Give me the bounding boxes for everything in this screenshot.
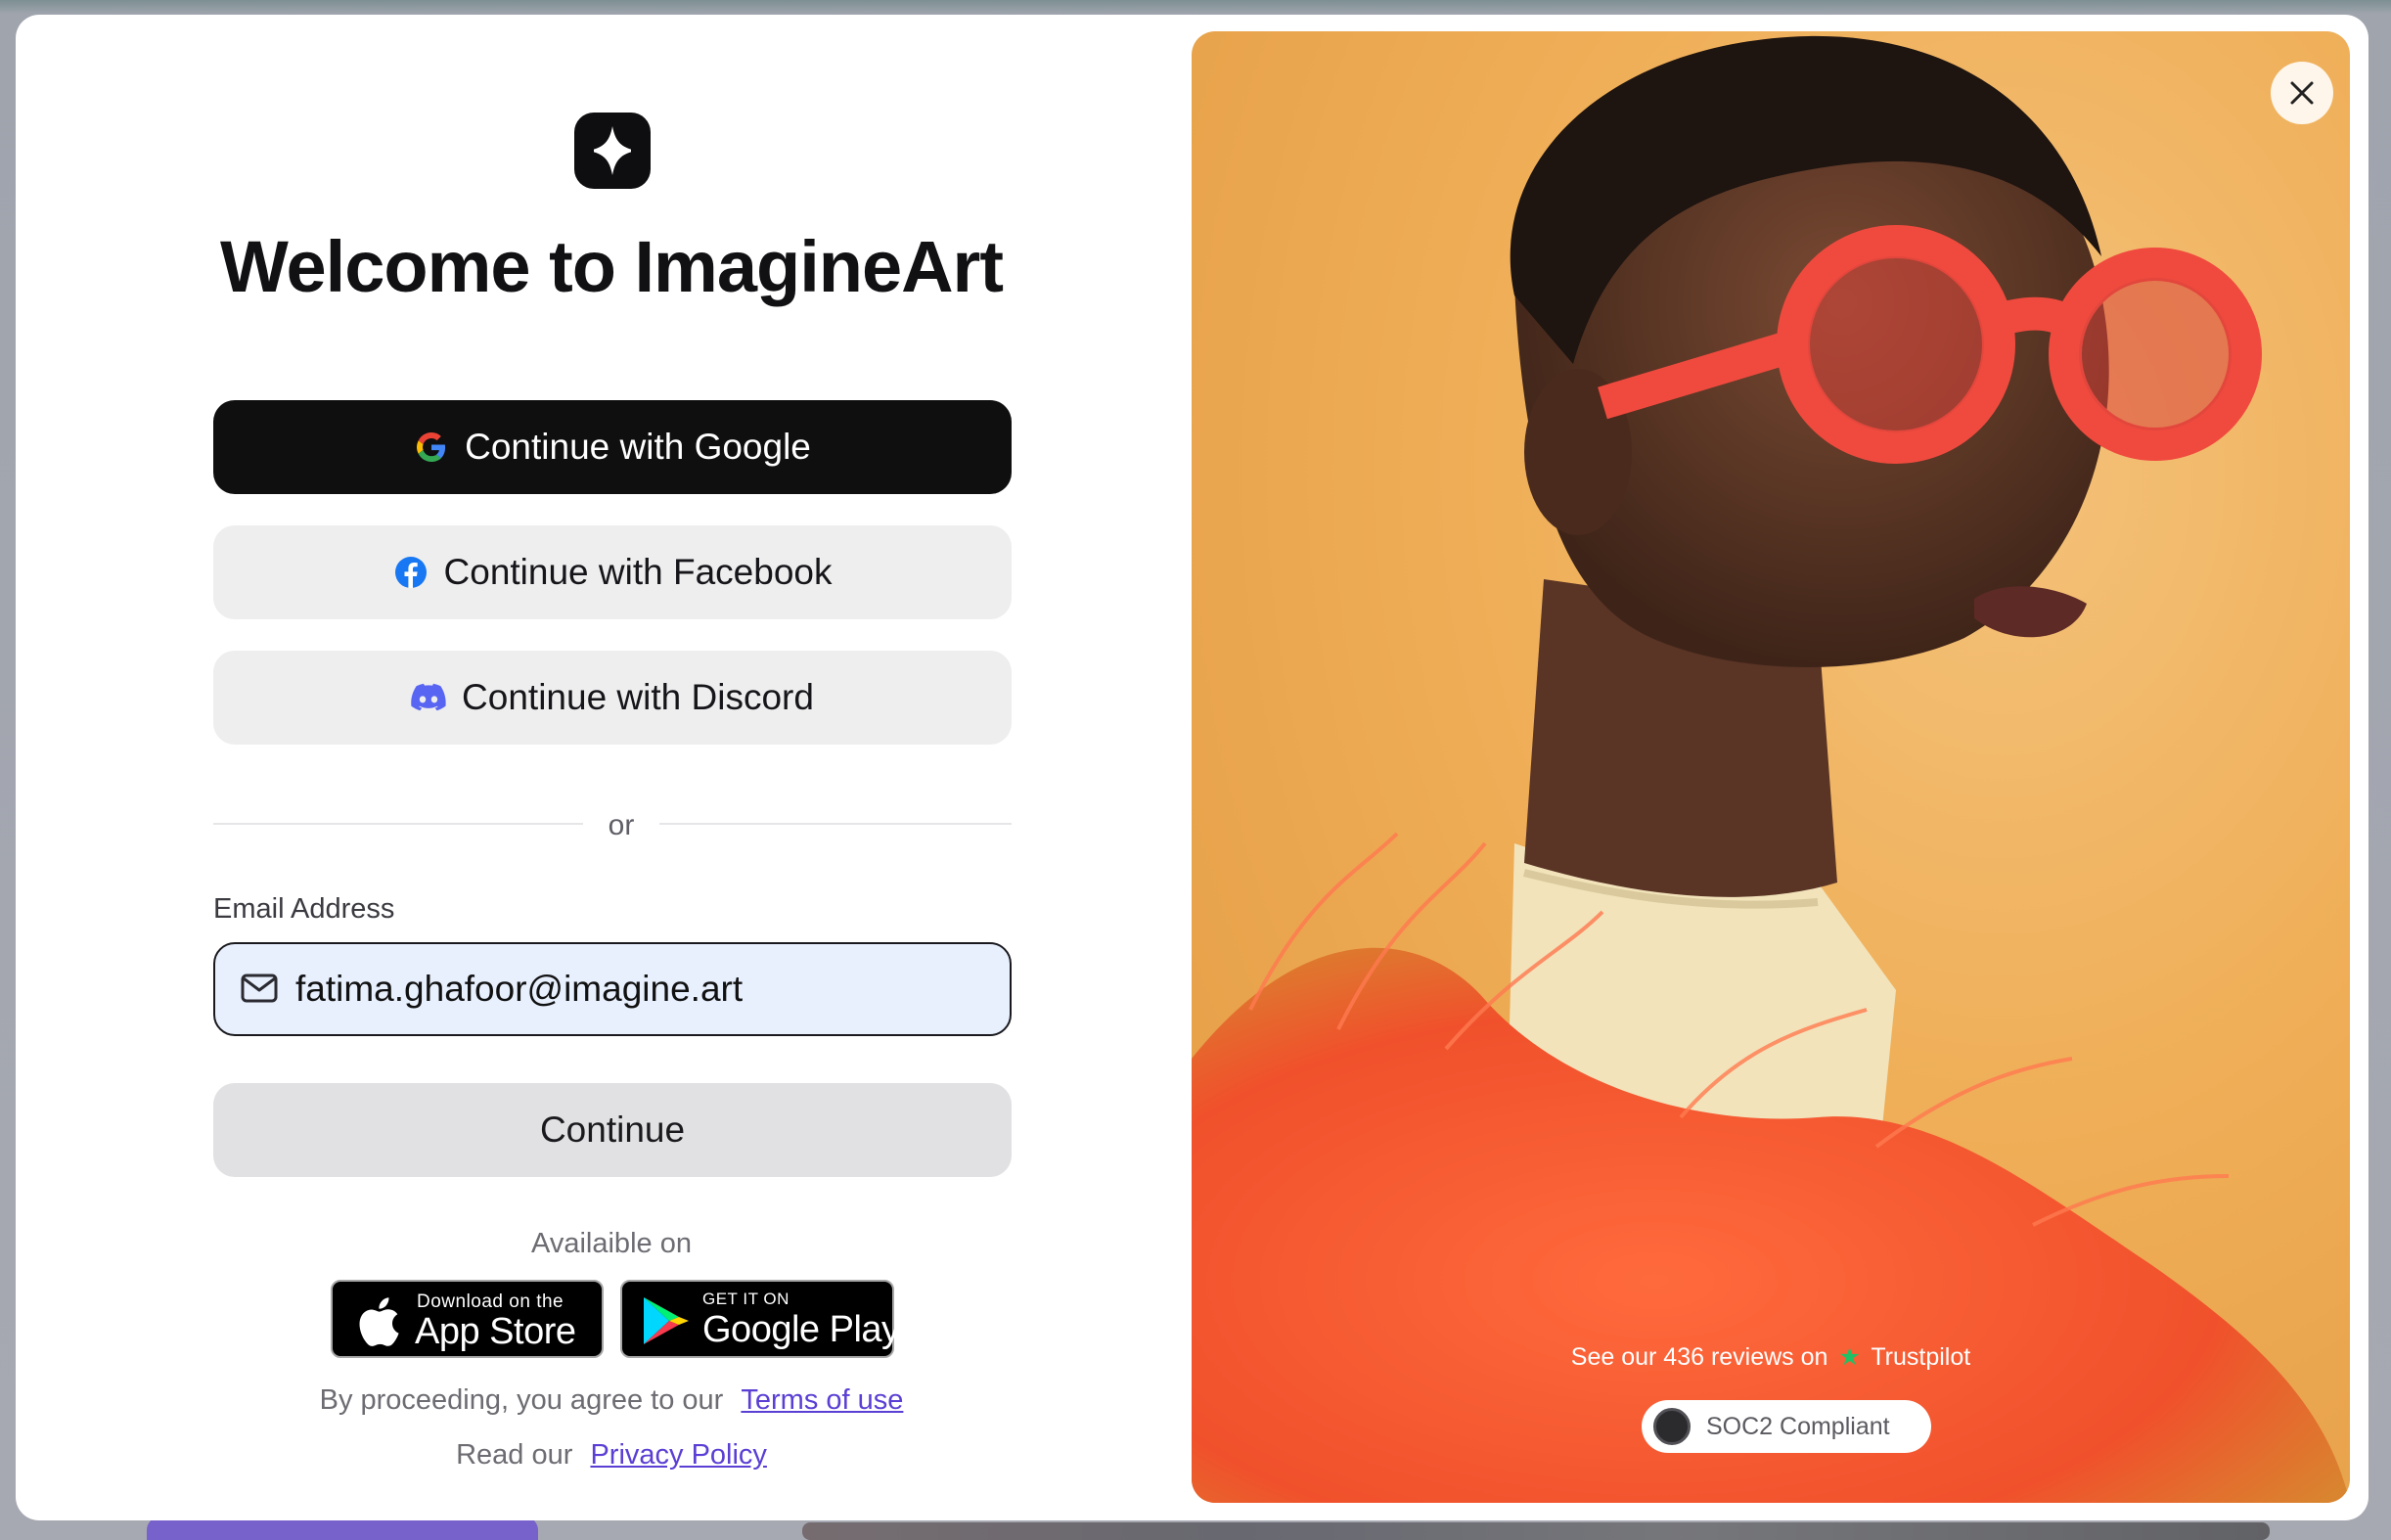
close-icon [2290,81,2314,105]
app-store-big-text: App Store [415,1311,576,1352]
divider-line-right [659,823,1012,825]
discord-icon [411,680,446,715]
mail-icon [241,974,278,1008]
continue-button[interactable]: Continue [213,1083,1012,1177]
google-play-icon [642,1295,691,1351]
or-divider: or [213,809,1012,848]
continue-with-google-button[interactable]: Continue with Google [213,400,1012,494]
trustpilot-reviews[interactable]: See our 436 reviews on ★ Trustpilot [1192,1342,2350,1372]
app-store-small-text: Download on the [417,1291,564,1312]
reviews-text: See our 436 reviews on [1570,1343,1828,1371]
divider-line-left [213,823,583,825]
facebook-button-label: Continue with Facebook [443,552,833,592]
portrait-image [1192,35,2350,1503]
trustpilot-star-icon: ★ [1838,1343,1861,1371]
app-store-badge[interactable]: Download on the App Store [331,1280,604,1358]
google-play-small-text: GET IT ON [702,1290,789,1308]
promo-panel: See our 436 reviews on ★ Trustpilot SOC2… [1192,31,2350,1503]
apple-icon [352,1295,401,1353]
google-icon [414,430,449,465]
email-input[interactable] [295,944,980,1034]
continue-with-discord-button[interactable]: Continue with Discord [213,651,1012,745]
terms-of-use-link[interactable]: Terms of use [741,1384,903,1416]
google-button-label: Continue with Google [465,427,811,467]
email-label: Email Address [213,893,395,925]
reviews-brand: Trustpilot [1871,1343,1971,1371]
logo-icon [574,113,651,189]
privacy-notice: Read our Privacy Policy [16,1439,1207,1472]
divider-text: or [608,809,635,841]
facebook-icon [393,555,429,590]
page-title: Welcome to ImagineArt [219,226,1004,307]
auth-panel: Welcome to ImagineArt Continue with Goog… [16,15,1207,1520]
terms-prefix: By proceeding, you agree to our [319,1384,724,1416]
available-on-text: Availaible on [531,1228,692,1259]
google-play-badge[interactable]: GET IT ON Google Play [620,1280,900,1358]
privacy-policy-link[interactable]: Privacy Policy [590,1439,767,1471]
email-field[interactable] [213,942,1012,1036]
privacy-prefix: Read our [456,1439,573,1471]
login-modal: Welcome to ImagineArt Continue with Goog… [16,15,2368,1520]
terms-notice: By proceeding, you agree to our Terms of… [16,1384,1207,1417]
soc2-seal-icon [1653,1408,1691,1445]
continue-with-facebook-button[interactable]: Continue with Facebook [213,525,1012,619]
background-content [802,1522,2270,1540]
discord-button-label: Continue with Discord [462,677,814,717]
close-button[interactable] [2271,62,2333,124]
soc2-badge: SOC2 Compliant [1642,1400,1931,1453]
google-play-big-text: Google Play [702,1309,900,1350]
soc2-badge-label: SOC2 Compliant [1706,1412,1890,1440]
